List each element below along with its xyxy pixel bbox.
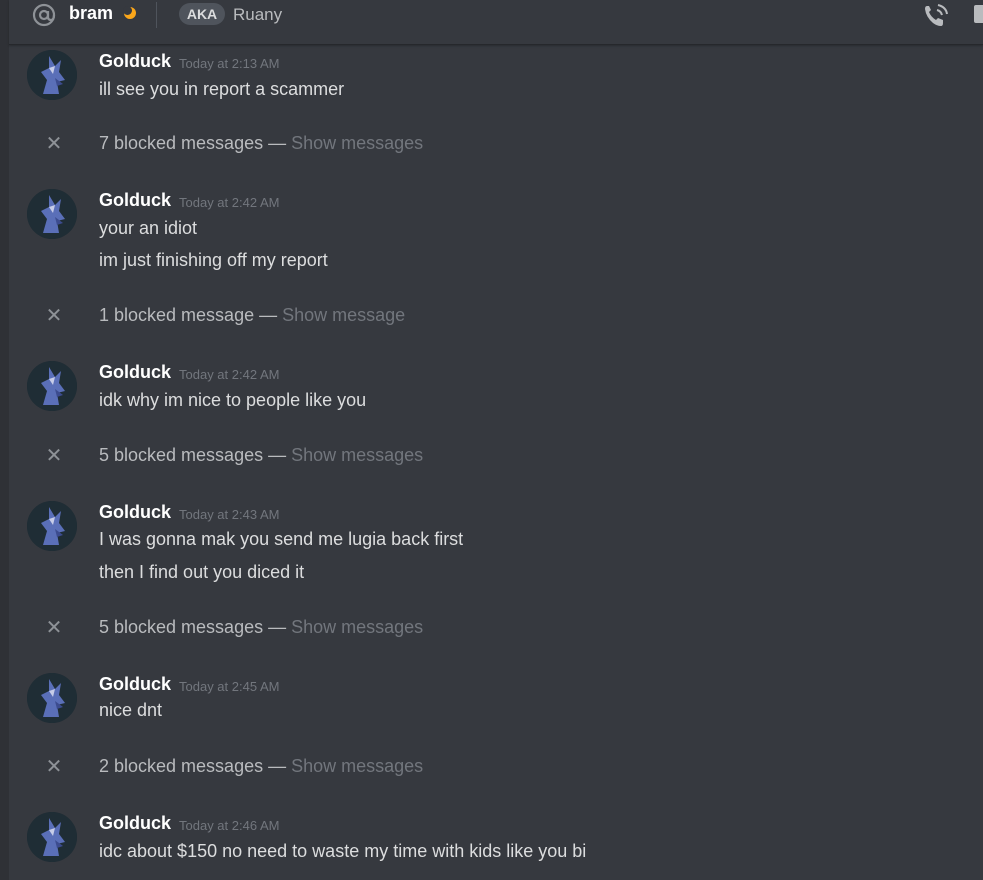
message-timestamp: Today at 2:46 AM [179,818,280,833]
voice-call-icon[interactable] [921,2,951,28]
golduck-avatar-icon [27,50,77,100]
aka-name: Ruany [233,5,283,24]
blocked-messages-row: ✕ 7 blocked messages — Show messages [9,129,983,159]
message-timestamp: Today at 2:13 AM [179,56,280,71]
blocked-messages-row: ✕ 1 blocked message — Show message [9,301,983,331]
message-author[interactable]: Golduck [99,813,171,834]
blocked-messages-label: 1 blocked message — [99,305,283,325]
golduck-avatar-icon [27,361,77,411]
message-author[interactable]: Golduck [99,190,171,211]
message-text: im just finishing off my report [99,250,328,270]
message-author[interactable]: Golduck [99,51,171,72]
video-call-icon[interactable] [974,5,983,23]
show-messages-link[interactable]: Show messages [291,445,423,465]
avatar[interactable] [27,189,77,239]
avatar[interactable] [27,361,77,411]
message-timestamp: Today at 2:43 AM [179,507,280,522]
close-icon: ✕ [45,617,63,639]
blocked-messages-label: 2 blocked messages — [99,756,292,776]
message-group: Golduck Today at 2:42 AM idk why im nice… [9,358,983,418]
message-group: Golduck Today at 2:42 AM your an idiot i… [9,186,983,276]
close-icon: ✕ [45,756,63,778]
golduck-avatar-icon [27,189,77,239]
aka-badge: AKA [179,3,225,25]
avatar[interactable] [27,673,77,723]
message-group: Golduck Today at 2:13 AM ill see you in … [9,47,983,107]
blocked-messages-row: ✕ 5 blocked messages — Show messages [9,613,983,643]
blocked-messages-row: ✕ 5 blocked messages — Show messages [9,441,983,471]
moon-status-icon [123,6,137,20]
blocked-messages-label: 5 blocked messages — [99,617,292,637]
message-timestamp: Today at 2:42 AM [179,367,280,382]
message-text: nice dnt [99,700,163,720]
message-author[interactable]: Golduck [99,362,171,383]
show-messages-link[interactable]: Show messages [291,756,423,776]
blocked-messages-label: 7 blocked messages — [99,133,292,153]
message-text: idc about $150 no need to waste my time … [99,841,587,861]
avatar[interactable] [27,50,77,100]
blocked-messages-row: ✕ 2 blocked messages — Show messages [9,752,983,782]
show-messages-link[interactable]: Show message [282,305,405,325]
message-list: Golduck Today at 2:13 AM ill see you in … [9,45,983,880]
message-group: Golduck Today at 2:45 AM nice dnt [9,670,983,730]
message-text: ill see you in report a scammer [99,79,345,99]
channel-header: bram AKA Ruany [9,0,983,45]
blocked-messages-label: 5 blocked messages — [99,445,292,465]
message-author[interactable]: Golduck [99,674,171,695]
message-group: Golduck Today at 2:43 AM I was gonna mak… [9,498,983,588]
server-sidebar-edge [0,0,9,880]
message-timestamp: Today at 2:42 AM [179,195,280,210]
message-text: idk why im nice to people like you [99,390,367,410]
message-timestamp: Today at 2:45 AM [179,679,280,694]
message-text: your an idiot [99,218,198,238]
golduck-avatar-icon [27,501,77,551]
message-text: I was gonna mak you send me lugia back f… [99,529,464,549]
avatar[interactable] [27,812,77,862]
dm-username[interactable]: bram [69,3,113,24]
avatar[interactable] [27,501,77,551]
message-author[interactable]: Golduck [99,502,171,523]
header-divider [156,2,157,28]
show-messages-link[interactable]: Show messages [291,133,423,153]
message-text: then I find out you diced it [99,562,305,582]
message-group: Golduck Today at 2:46 AM idc about $150 … [9,809,983,869]
close-icon: ✕ [45,445,63,467]
show-messages-link[interactable]: Show messages [291,617,423,637]
at-icon [31,2,57,28]
golduck-avatar-icon [27,812,77,862]
close-icon: ✕ [45,305,63,327]
close-icon: ✕ [45,133,63,155]
golduck-avatar-icon [27,673,77,723]
